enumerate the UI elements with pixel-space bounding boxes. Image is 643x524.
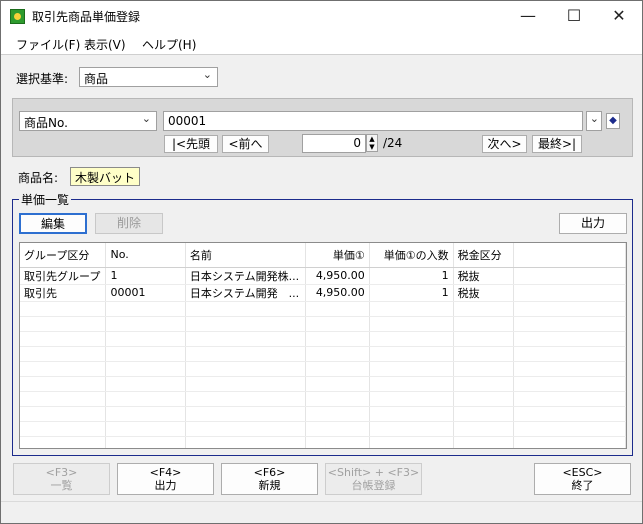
app-icon [10, 9, 25, 24]
main-window: 取引先商品単価登録 — ☐ ✕ ファイル(F) 表示(V) ヘルプ(H) 選択基… [0, 0, 643, 524]
lookup-icon[interactable]: ◆ [606, 113, 620, 129]
title-bar: 取引先商品単価登録 — ☐ ✕ [1, 1, 642, 31]
table-row-empty [20, 361, 626, 377]
status-bar [1, 501, 642, 523]
edit-button[interactable]: 編集 [19, 213, 87, 234]
table-header-row: グループ区分 No. 名前 単価① 単価①の入数 税金区分 [20, 243, 626, 268]
cell-empty [513, 284, 626, 302]
chevron-down-icon: ⌄ [589, 112, 599, 125]
column-header[interactable]: 名前 [185, 243, 306, 268]
price-grid[interactable]: グループ区分 No. 名前 単価① 単価①の入数 税金区分 取引先グループ 1 … [19, 242, 627, 449]
column-header[interactable]: 単価①の入数 [369, 243, 454, 268]
column-header[interactable]: グループ区分 [20, 243, 107, 268]
price-table: グループ区分 No. 名前 単価① 単価①の入数 税金区分 取引先グループ 1 … [20, 243, 626, 448]
search-input[interactable]: 00001 [163, 111, 583, 131]
chevron-down-icon: ⌄ [202, 68, 212, 81]
prev-button[interactable]: <前へ [222, 135, 269, 153]
shift-f3-register-button[interactable]: <Shift> + <F3> 台帳登録 [325, 463, 422, 495]
chevron-down-icon: ⌄ [141, 112, 151, 125]
position-total: /24 [383, 136, 403, 150]
table-row[interactable]: 取引先グループ 1 日本システム開発株... 4,950.00 1 税抜 [20, 267, 626, 285]
column-header[interactable]: 税金区分 [453, 243, 514, 268]
esc-label: 終了 [571, 479, 594, 492]
shift-f3-key: <Shift> + <F3> [327, 466, 420, 479]
search-panel: 商品No. ⌄ 00001 ⌄ ◆ |<先頭 <前へ 0 ▲ ▼ /24 次へ> … [12, 98, 633, 157]
cell-group: 取引先グループ [20, 267, 107, 285]
delete-button[interactable]: 削除 [95, 213, 163, 234]
maximize-button[interactable]: ☐ [551, 1, 597, 31]
f4-label: 出力 [154, 479, 177, 492]
cell-price: 4,950.00 [305, 284, 370, 302]
cell-group: 取引先 [20, 284, 107, 302]
criteria-label: 選択基準: [16, 72, 69, 86]
cell-no: 1 [105, 267, 186, 285]
table-row-empty [20, 316, 626, 332]
criteria-select[interactable]: 商品 ⌄ [79, 67, 218, 87]
window-title: 取引先商品単価登録 [32, 10, 141, 24]
f6-key: <F6> [253, 466, 286, 479]
price-list-legend: 単価一覧 [19, 191, 72, 208]
cell-name: 日本システム開発 ... [185, 284, 306, 302]
f6-label: 新規 [258, 479, 281, 492]
cell-no: 00001 [105, 284, 186, 302]
search-field-value: 商品No. [24, 116, 68, 130]
cell-tax: 税抜 [453, 284, 514, 302]
product-name-label: 商品名: [18, 171, 59, 185]
shift-f3-label: 台帳登録 [351, 479, 396, 492]
menu-file[interactable]: ファイル(F) [16, 36, 80, 53]
product-name-value: 木製バット [70, 167, 141, 186]
esc-exit-button[interactable]: <ESC> 終了 [534, 463, 631, 495]
f4-output-button[interactable]: <F4> 出力 [117, 463, 214, 495]
cell-quantity: 1 [369, 284, 454, 302]
esc-key: <ESC> [562, 466, 603, 479]
f3-key: <F3> [45, 466, 78, 479]
next-button[interactable]: 次へ> [482, 135, 527, 153]
table-row-empty [20, 406, 626, 422]
table-row-empty [20, 436, 626, 448]
cell-price: 4,950.00 [305, 267, 370, 285]
cell-quantity: 1 [369, 267, 454, 285]
f4-key: <F4> [149, 466, 182, 479]
table-row-empty [20, 331, 626, 347]
menu-bar: ファイル(F) 表示(V) ヘルプ(H) [1, 31, 642, 55]
cell-tax: 税抜 [453, 267, 514, 285]
criteria-value: 商品 [84, 72, 109, 86]
table-row-empty [20, 346, 626, 362]
column-header [513, 243, 626, 268]
table-row[interactable]: 取引先 00001 日本システム開発 ... 4,950.00 1 税抜 [20, 284, 626, 302]
column-header[interactable]: No. [105, 243, 186, 268]
table-row-empty [20, 376, 626, 392]
search-dropdown-button[interactable]: ⌄ [586, 111, 602, 131]
table-row-empty [20, 391, 626, 407]
last-button[interactable]: 最終>| [532, 135, 582, 153]
f3-list-button[interactable]: <F3> 一覧 [13, 463, 110, 495]
f3-label: 一覧 [50, 479, 73, 492]
position-input[interactable]: 0 [302, 134, 366, 153]
cell-name: 日本システム開発株... [185, 267, 306, 285]
first-button[interactable]: |<先頭 [164, 135, 218, 153]
cell-empty [513, 267, 626, 285]
close-button[interactable]: ✕ [596, 1, 642, 31]
f6-new-button[interactable]: <F6> 新規 [221, 463, 318, 495]
table-row-empty [20, 421, 626, 437]
output-button[interactable]: 出力 [559, 213, 627, 234]
menu-help[interactable]: ヘルプ(H) [142, 36, 196, 53]
minimize-button[interactable]: — [505, 1, 551, 31]
position-spinner[interactable]: ▲ ▼ [366, 134, 378, 152]
table-row-empty [20, 301, 626, 317]
column-header[interactable]: 単価① [305, 243, 370, 268]
search-field-select[interactable]: 商品No. ⌄ [19, 111, 157, 131]
menu-view[interactable]: 表示(V) [84, 36, 126, 53]
